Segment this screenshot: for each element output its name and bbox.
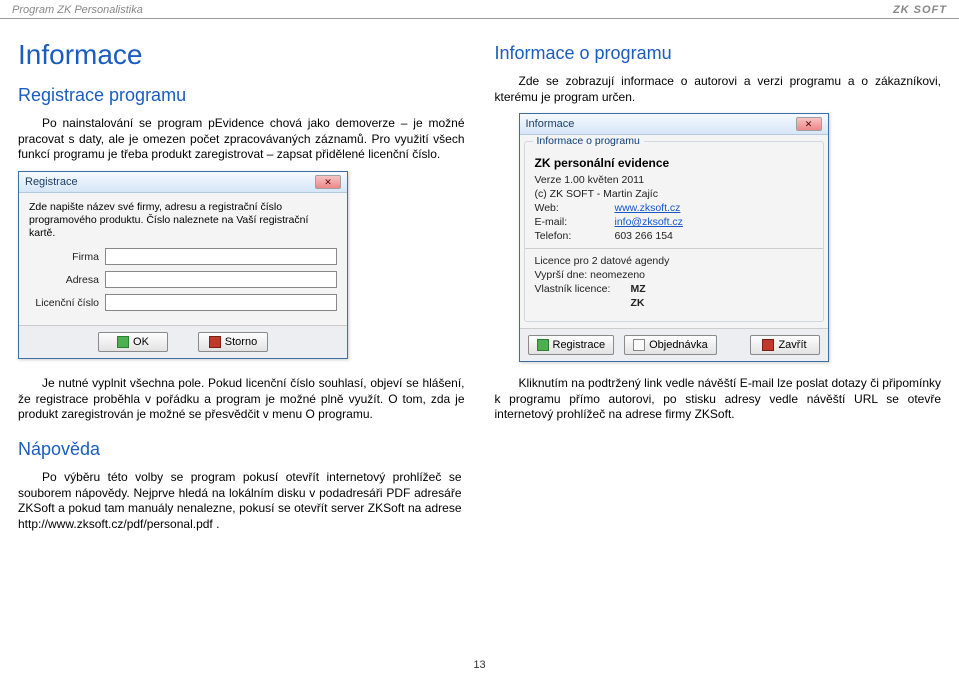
info-groupbox: Informace o programu ZK personální evide… (524, 141, 824, 322)
page-title: Informace (18, 39, 465, 71)
mail-link[interactable]: info@zksoft.cz (615, 216, 683, 228)
napoveda-section: Nápověda Po výběru této volby se program… (0, 423, 480, 532)
lic-line2: Vyprší dne: neomezeno (535, 269, 646, 281)
right-column: Informace o programu Zde se zobrazují in… (495, 39, 942, 362)
web-key: Web: (535, 202, 609, 214)
mail-key: E-mail: (535, 216, 609, 228)
dialog-buttonbar: OK Storno (19, 325, 347, 358)
objednavka-label: Objednávka (649, 339, 708, 351)
label-firma: Firma (29, 251, 99, 263)
section-napoveda: Nápověda (18, 439, 462, 460)
zavrit-button[interactable]: Zavřít (750, 335, 820, 355)
cancel-icon (209, 336, 221, 348)
web-link[interactable]: www.zksoft.cz (615, 202, 681, 214)
registration-dialog: Registrace ✕ Zde napište název své firmy… (18, 171, 348, 359)
dialog-body: Zde napište název své firmy, adresu a re… (19, 193, 347, 325)
zavrit-label: Zavřít (778, 339, 806, 351)
firma-input[interactable] (105, 248, 337, 265)
informace-paragraph: Zde se zobrazují informace o autorovi a … (495, 74, 942, 105)
order-icon (633, 339, 645, 351)
info-group-title: Informace o programu (533, 135, 644, 147)
tel-key: Telefon: (535, 230, 609, 242)
mid-right-text: Kliknutím na podtržený link vedle návěšt… (495, 376, 942, 423)
owner-val2: ZK (631, 297, 645, 309)
napoveda-paragraph: Po výběru této volby se program pokusí o… (18, 470, 462, 532)
info-titlebar: Informace ✕ (520, 114, 828, 135)
tel-val: 603 266 154 (615, 230, 673, 242)
close-btn-icon (762, 339, 774, 351)
registrace-paragraph: Po nainstalování se program pEvidence ch… (18, 116, 465, 163)
info-title: Informace (526, 118, 575, 130)
page-number: 13 (0, 659, 959, 671)
lic-line1: Licence pro 2 datové agendy (535, 255, 670, 267)
mid-left: Je nutné vyplnit všechna pole. Pokud lic… (18, 376, 465, 423)
registrace-label: Registrace (553, 339, 606, 351)
dialog-title: Registrace (25, 176, 78, 188)
separator (525, 248, 823, 249)
header-right: ZK SOFT (893, 4, 947, 16)
storno-button[interactable]: Storno (198, 332, 268, 352)
register-icon (537, 339, 549, 351)
left-column: Informace Registrace programu Po nainsta… (18, 39, 465, 362)
owner-key: Vlastník licence: (535, 283, 625, 295)
ok-button[interactable]: OK (98, 332, 168, 352)
adresa-input[interactable] (105, 271, 337, 288)
label-lic: Licenční číslo (29, 297, 99, 309)
storno-label: Storno (225, 336, 257, 348)
lic-input[interactable] (105, 294, 337, 311)
header-left: Program ZK Personalistika (12, 4, 143, 16)
main-columns: Informace Registrace programu Po nainsta… (0, 19, 959, 362)
ok-label: OK (133, 336, 149, 348)
product-name: ZK personální evidence (535, 156, 813, 170)
close-icon[interactable]: ✕ (796, 117, 822, 131)
copyright-line: (c) ZK SOFT - Martin Zajíc (535, 188, 658, 200)
version-line: Verze 1.00 květen 2011 (535, 174, 645, 186)
section-informace: Informace o programu (495, 43, 942, 64)
section-registrace: Registrace programu (18, 85, 465, 106)
mid-right: Kliknutím na podtržený link vedle návěšt… (495, 376, 942, 423)
label-adresa: Adresa (29, 274, 99, 286)
info-dialog: Informace ✕ Informace o programu ZK pers… (519, 113, 829, 362)
info-buttonbar: Registrace Objednávka Zavřít (520, 328, 828, 361)
mid-paragraph-row: Je nutné vyplnit všechna pole. Pokud lic… (0, 362, 959, 423)
mid-left-text: Je nutné vyplnit všechna pole. Pokud lic… (18, 376, 465, 423)
dialog-hint: Zde napište název své firmy, adresu a re… (29, 201, 337, 240)
objednavka-button[interactable]: Objednávka (624, 335, 717, 355)
check-icon (117, 336, 129, 348)
dialog-titlebar: Registrace ✕ (19, 172, 347, 193)
page-header: Program ZK Personalistika ZK SOFT (0, 0, 959, 19)
close-icon[interactable]: ✕ (315, 175, 341, 189)
registrace-button[interactable]: Registrace (528, 335, 615, 355)
owner-val: MZ (631, 283, 646, 295)
